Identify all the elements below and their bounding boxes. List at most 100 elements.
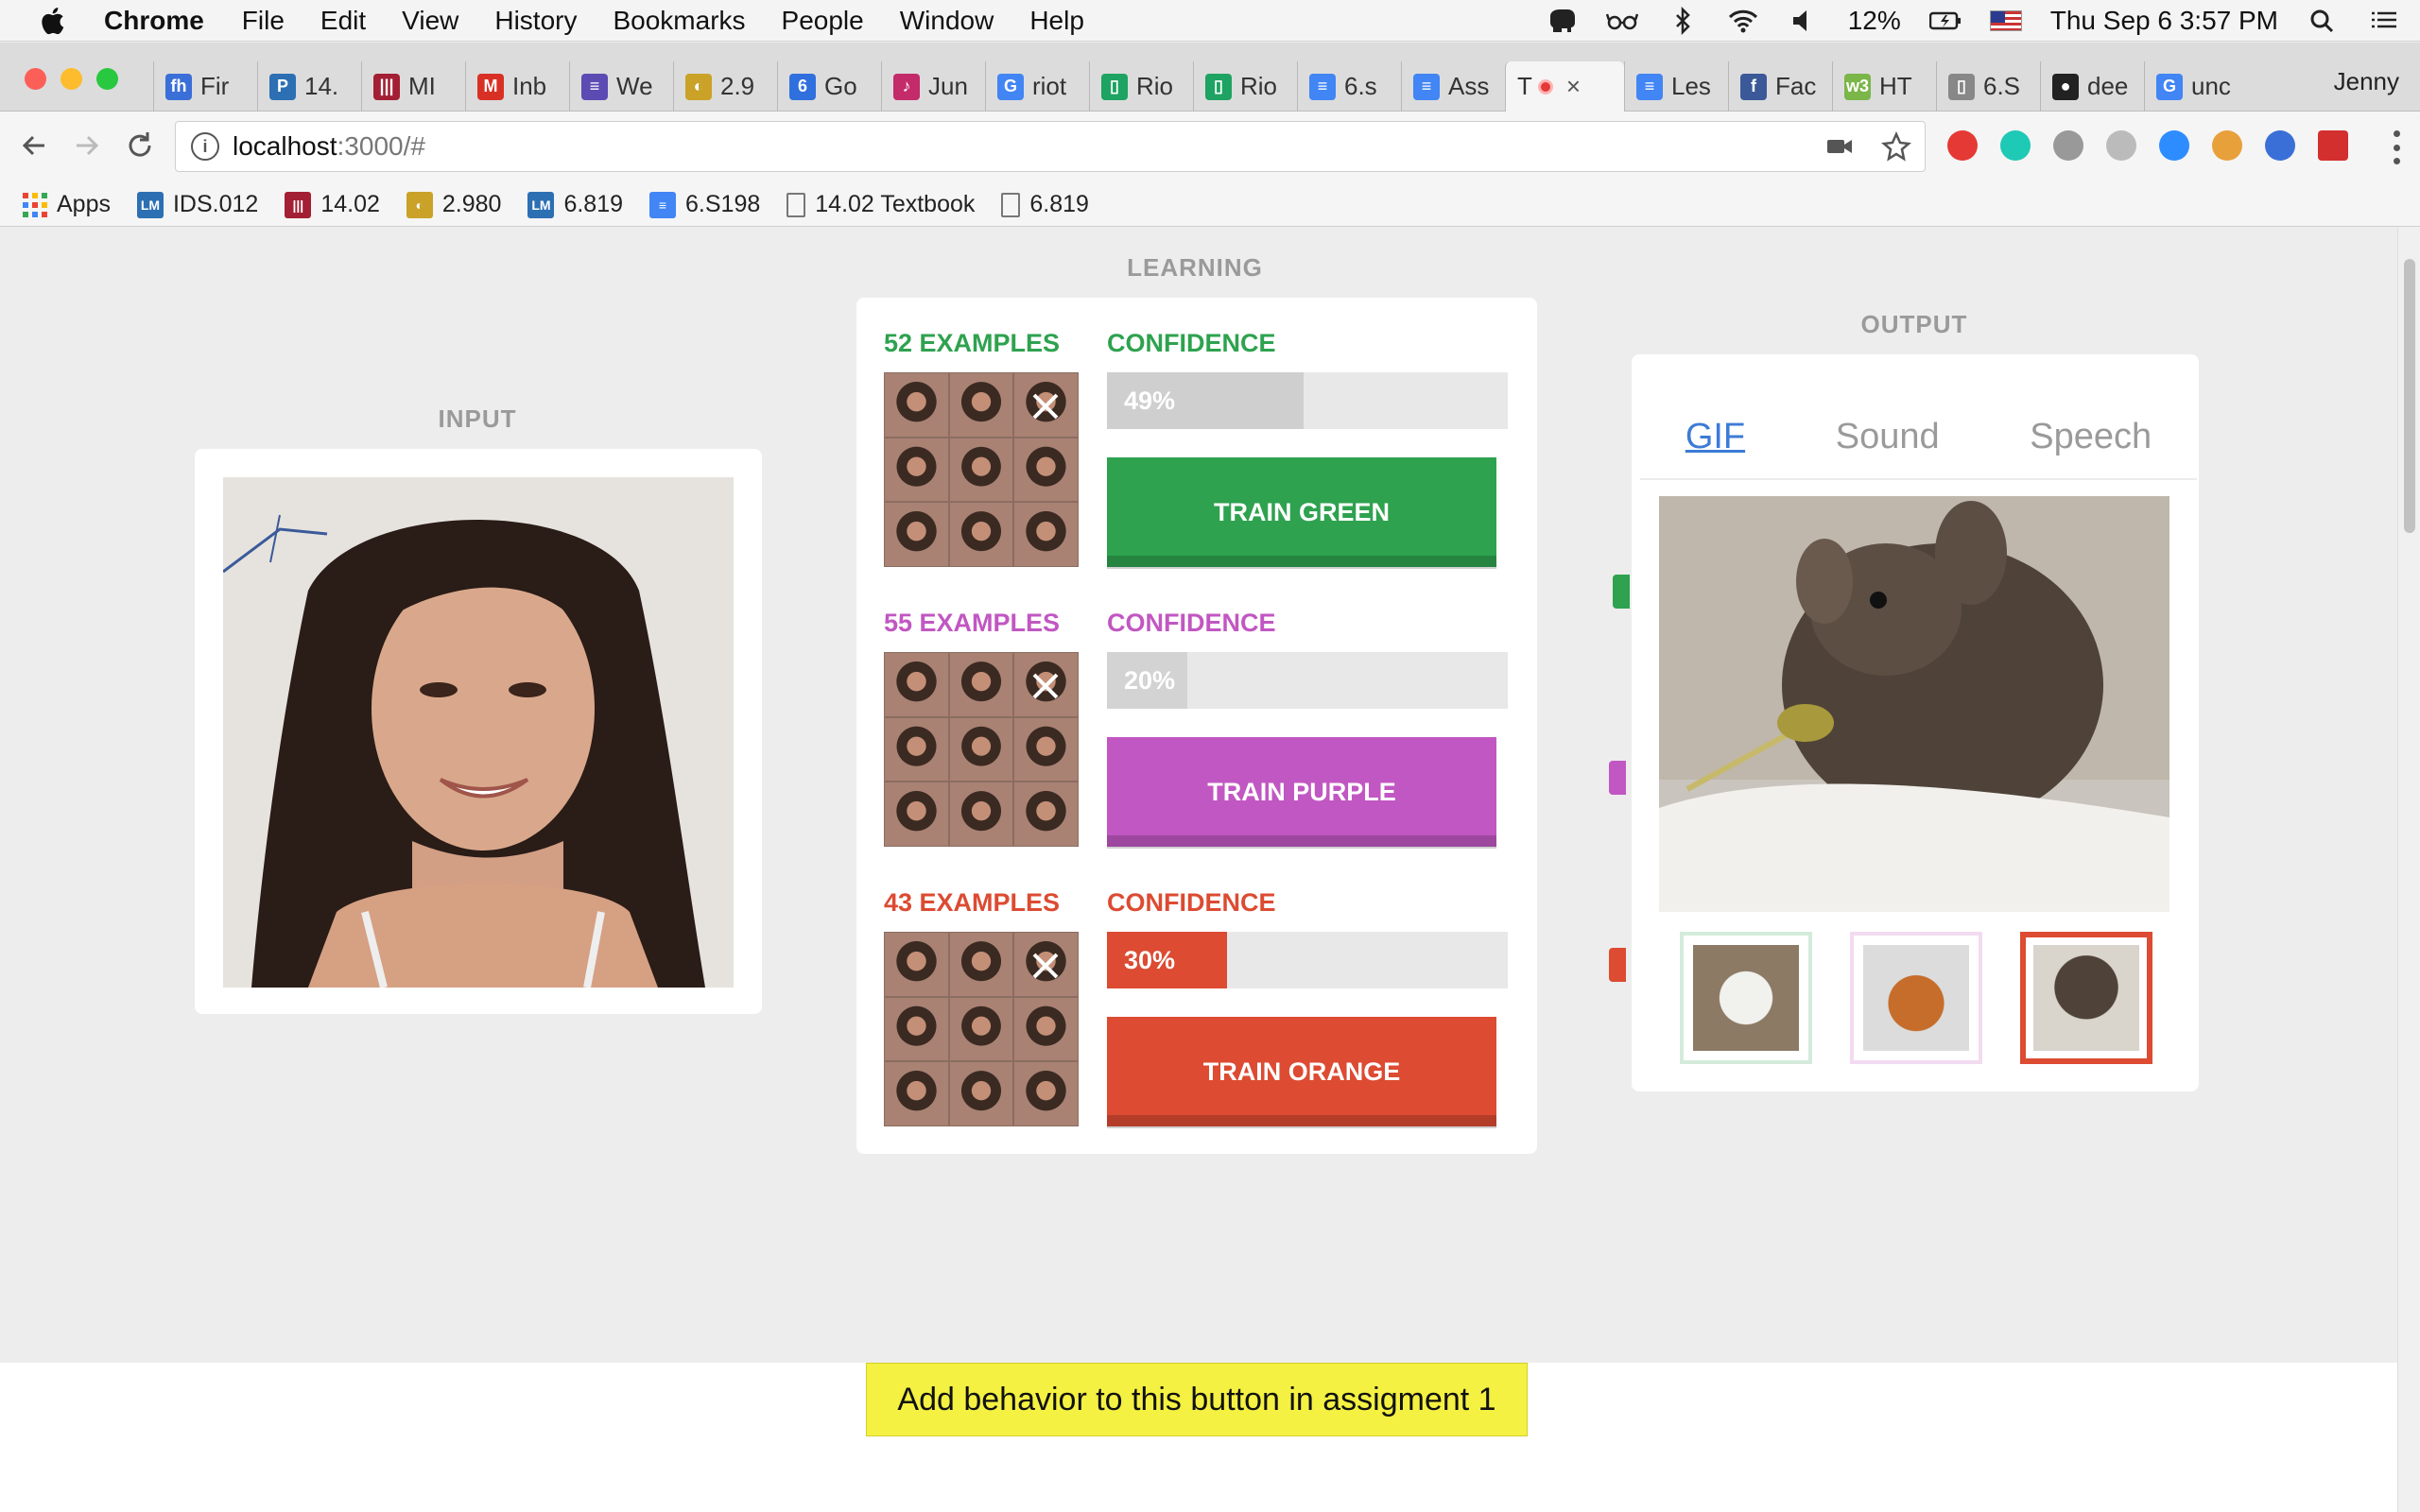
orange-indicator [1609, 948, 1626, 982]
spotlight-search-icon[interactable] [2307, 7, 2339, 35]
bluetooth-icon[interactable] [1667, 7, 1699, 35]
train-green-button[interactable]: TRAIN GREEN [1107, 457, 1496, 569]
menu-people[interactable]: People [782, 6, 864, 36]
menu-history[interactable]: History [494, 6, 577, 36]
browser-tab[interactable]: 6 Go [777, 61, 881, 112]
webcam-person-image [223, 477, 734, 988]
browser-tab[interactable]: ||| MI [361, 61, 465, 112]
tab-label: Rio [1240, 72, 1278, 100]
browser-tab[interactable]: ≡ 6.s [1297, 61, 1401, 112]
browser-tab[interactable]: w3 HT [1832, 61, 1936, 112]
bookmark-item[interactable]: ◐ 2.980 [406, 191, 501, 218]
bookmark-item[interactable]: 14.02 Textbook [786, 191, 975, 218]
profile-name[interactable]: Jenny [2334, 67, 2399, 96]
browser-tab[interactable]: ◐ 2.9 [673, 61, 777, 112]
assignment-button[interactable]: Add behavior to this button in assigment… [866, 1363, 1528, 1436]
gif-option-cat[interactable] [1680, 932, 1812, 1064]
bookmark-item[interactable]: 6.819 [1001, 191, 1089, 218]
browser-tab[interactable]: ≡ Ass [1401, 61, 1505, 112]
browser-tab[interactable]: ▯ Rio [1193, 61, 1297, 112]
bookmark-star-icon[interactable] [1881, 130, 1911, 168]
page-scrollbar[interactable] [2397, 227, 2420, 1512]
example-thumbnail [1013, 502, 1079, 567]
gif-option-chinchilla[interactable] [2020, 932, 2152, 1064]
orange-confidence-bar: 30% [1107, 932, 1508, 988]
tab-list: fh Fir P 14. ||| MI M Inb ≡ We ◐ 2.9 6 Go ♪ Jun Griot ▯ Ri… [153, 61, 2248, 112]
example-thumbnail [884, 652, 949, 717]
bookmark-favicon-icon: ≡ [649, 191, 677, 218]
browser-tab[interactable]: ▯ 6.S [1936, 61, 2040, 112]
volume-icon[interactable] [1788, 7, 1820, 35]
orange-clear-examples-icon[interactable] [1027, 947, 1064, 985]
menu-help[interactable]: Help [1029, 6, 1084, 36]
close-window-icon[interactable] [25, 68, 46, 90]
forward-arrow-icon[interactable] [68, 127, 106, 164]
green-clear-examples-icon[interactable] [1027, 387, 1064, 425]
green-confidence-label: CONFIDENCE [1107, 329, 1276, 357]
train-orange-button[interactable]: TRAIN ORANGE [1107, 1017, 1496, 1128]
extension-adblock-icon[interactable] [1947, 130, 1978, 161]
site-info-icon[interactable]: i [191, 132, 219, 161]
bookmark-item[interactable]: LM IDS.012 [136, 191, 258, 218]
tab-speech[interactable]: Speech [2030, 417, 2152, 457]
tab-active[interactable]: T × [1505, 61, 1624, 112]
extension-eyedropper-icon[interactable] [2265, 130, 2295, 161]
menu-bookmarks[interactable]: Bookmarks [613, 6, 745, 36]
browser-tab[interactable]: M Inb [465, 61, 569, 112]
us-flag-input-source-icon[interactable] [1989, 10, 2022, 31]
browser-tab[interactable]: Gunc [2144, 61, 2248, 112]
extension-cors-icon[interactable] [2318, 130, 2348, 161]
extension-pencil-icon[interactable] [2106, 130, 2136, 161]
bookmark-item[interactable]: Apps [23, 191, 111, 218]
extension-mercury-icon[interactable] [2000, 130, 2031, 161]
scrollbar-thumb[interactable] [2404, 259, 2415, 533]
browser-tab[interactable]: ● dee [2040, 61, 2144, 112]
close-tab-icon[interactable]: × [1566, 72, 1581, 101]
browser-tab-strip: fh Fir P 14. ||| MI M Inb ≡ We ◐ 2.9 6 Go ♪ Jun Griot ▯ Ri… [0, 43, 2420, 112]
browser-tab[interactable]: P 14. [257, 61, 361, 112]
evernote-elephant-icon[interactable] [1546, 7, 1578, 35]
extension-lightbulb-icon[interactable] [2053, 130, 2083, 161]
menu-edit[interactable]: Edit [320, 6, 366, 36]
extension-ruler-icon[interactable] [2212, 130, 2242, 161]
tab-label: 6.s [1344, 72, 1377, 100]
apple-menu-icon[interactable] [0, 0, 104, 42]
menu-window[interactable]: Window [900, 6, 994, 36]
chrome-menu-icon[interactable] [2392, 130, 2401, 164]
wifi-icon[interactable] [1727, 7, 1759, 35]
tab-gif[interactable]: GIF [1685, 417, 1745, 457]
minimize-window-icon[interactable] [60, 68, 82, 90]
reload-icon[interactable] [121, 127, 159, 164]
browser-tab[interactable]: ≡ Les [1624, 61, 1728, 112]
menu-view[interactable]: View [402, 6, 458, 36]
train-purple-button[interactable]: TRAIN PURPLE [1107, 737, 1496, 849]
menubar-clock[interactable]: Thu Sep 6 3:57 PM [2050, 6, 2278, 36]
maximize-window-icon[interactable] [96, 68, 118, 90]
menu-app-name[interactable]: Chrome [104, 6, 204, 36]
browser-tab[interactable]: Griot [985, 61, 1089, 112]
reading-glasses-icon[interactable] [1605, 7, 1638, 35]
bookmark-favicon-icon: LM [527, 191, 555, 218]
purple-clear-examples-icon[interactable] [1027, 667, 1064, 705]
tab-favicon-icon: ≡ [581, 73, 608, 100]
notification-center-icon[interactable] [2367, 7, 2399, 35]
tab-label: Go [824, 72, 857, 100]
example-thumbnail [1013, 1061, 1079, 1126]
tab-label: Les [1671, 72, 1711, 100]
battery-charging-icon[interactable] [1928, 7, 1962, 35]
bookmark-item[interactable]: ≡ 6.S198 [649, 191, 760, 218]
browser-tab[interactable]: ▯ Rio [1089, 61, 1193, 112]
browser-tab[interactable]: fh Fir [153, 61, 257, 112]
bookmark-item[interactable]: ||| 14.02 [285, 191, 380, 218]
menu-file[interactable]: File [242, 6, 285, 36]
extension-zoom-icon[interactable] [2159, 130, 2189, 161]
address-bar[interactable]: i localhost:3000/# [175, 121, 1926, 172]
tab-sound[interactable]: Sound [1836, 417, 1940, 457]
gif-option-dog[interactable] [1850, 932, 1982, 1064]
bookmark-item[interactable]: LM 6.819 [527, 191, 623, 218]
back-arrow-icon[interactable] [15, 127, 53, 164]
browser-tab[interactable]: ≡ We [569, 61, 673, 112]
camera-in-use-icon[interactable] [1824, 131, 1855, 168]
browser-tab[interactable]: ♪ Jun [881, 61, 985, 112]
browser-tab[interactable]: f Fac [1728, 61, 1832, 112]
